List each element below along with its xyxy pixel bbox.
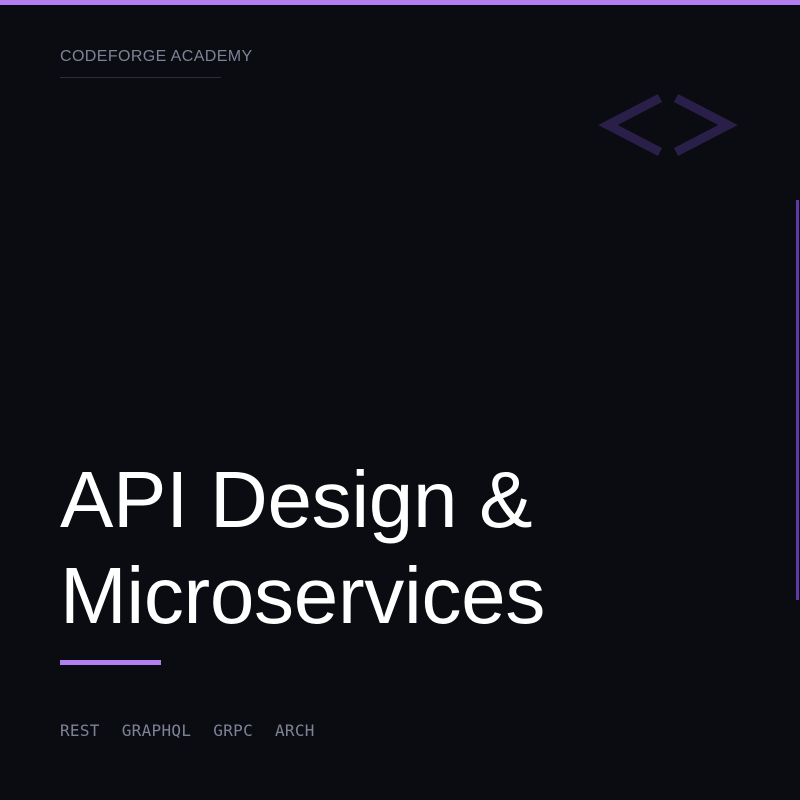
tag-graphql: GRAPHQL xyxy=(121,721,192,740)
tag-grpc: GRPC xyxy=(213,721,253,740)
right-angle-bracket-icon xyxy=(673,94,738,156)
left-angle-bracket-icon xyxy=(598,94,663,156)
tag-arch: ARCH xyxy=(275,721,315,740)
right-edge-rule xyxy=(796,200,799,600)
tag-rest: REST xyxy=(60,721,100,740)
title-line-2: Microservices xyxy=(60,551,546,640)
page-title: API Design & Microservices xyxy=(60,452,545,644)
brand-divider xyxy=(60,77,221,78)
title-underline xyxy=(60,660,161,665)
title-line-1: API Design & xyxy=(60,455,533,544)
top-accent-bar xyxy=(0,0,800,5)
code-brackets-icon xyxy=(598,94,738,156)
tag-list: REST GRAPHQL GRPC ARCH xyxy=(60,721,315,741)
brand-name: CODEFORGE ACADEMY xyxy=(60,48,253,65)
